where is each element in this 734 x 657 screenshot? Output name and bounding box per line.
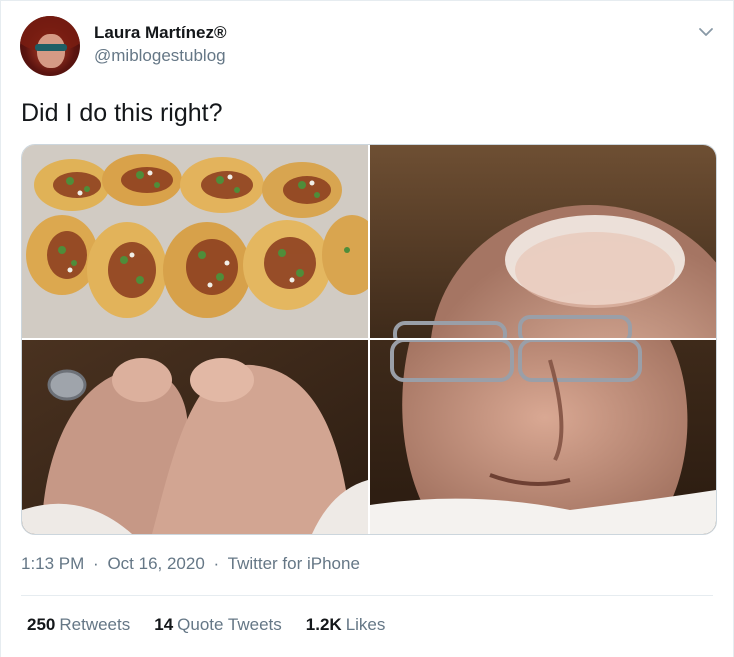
separator-dot: ·: [93, 554, 99, 573]
retweets-count: 250: [27, 615, 56, 634]
media-image-pope-face[interactable]: [370, 340, 716, 534]
quote-tweets-count: 14: [154, 615, 174, 634]
likes-stat[interactable]: 1.2K Likes: [306, 615, 386, 635]
media-image-pope-top[interactable]: [370, 145, 716, 338]
user-handle[interactable]: @miblogestublog: [94, 45, 227, 67]
chevron-down-icon[interactable]: [698, 24, 714, 40]
media-image-fingers[interactable]: [22, 340, 368, 534]
tweet-card: Laura Martínez® @miblogestublog Did I do…: [0, 0, 734, 657]
avatar[interactable]: [20, 16, 80, 76]
engagement-stats: 250 Retweets 14 Quote Tweets 1.2K Likes: [27, 615, 385, 635]
quote-tweets-stat[interactable]: 14 Quote Tweets: [154, 615, 282, 635]
likes-count: 1.2K: [305, 615, 342, 634]
tweet-time[interactable]: 1:13 PM: [21, 554, 84, 573]
display-name[interactable]: Laura Martínez®: [94, 22, 227, 44]
media-grid: [21, 144, 717, 535]
retweets-stat[interactable]: 250 Retweets: [27, 615, 130, 635]
tweet-text: Did I do this right?: [21, 99, 223, 127]
retweets-label: Retweets: [59, 615, 131, 634]
avatar-sunglasses: [35, 44, 67, 51]
tweet-source-link[interactable]: Twitter for iPhone: [228, 554, 360, 573]
tweet-meta: 1:13 PM · Oct 16, 2020 · Twitter for iPh…: [21, 554, 364, 574]
quote-tweets-label: Quote Tweets: [177, 615, 282, 634]
separator-dot: ·: [213, 554, 220, 573]
tweet-date[interactable]: Oct 16, 2020: [107, 554, 204, 573]
divider: [21, 595, 713, 596]
media-image-tacos[interactable]: [22, 145, 368, 338]
avatar-face: [37, 34, 65, 68]
likes-label: Likes: [345, 615, 386, 634]
author-block[interactable]: Laura Martínez® @miblogestublog: [94, 22, 227, 67]
